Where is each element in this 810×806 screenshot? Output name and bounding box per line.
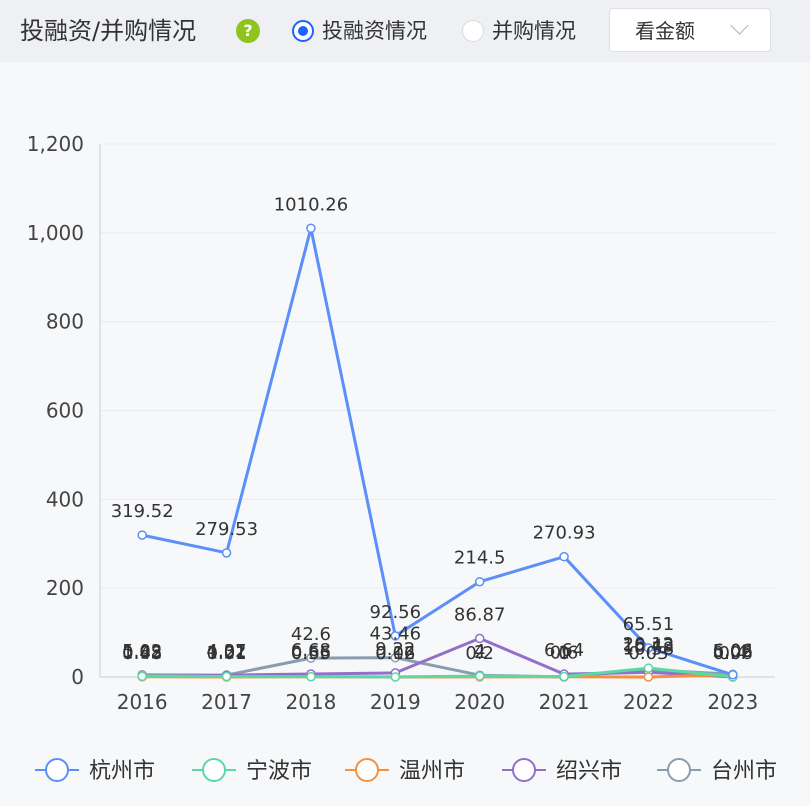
radio-financing-label: 投融资情况 [322,19,427,43]
legend-item-4[interactable]: 绍兴市 [502,758,622,784]
data-label: 0.12 [375,643,415,664]
legend-label: 绍兴市 [556,759,622,784]
data-point[interactable] [390,672,401,682]
data-point[interactable] [559,551,569,562]
y-tick-label: 400 [46,487,84,511]
amount-select[interactable]: 看金额 [609,8,771,52]
data-point[interactable] [643,663,654,673]
data-label: 1010.26 [274,194,348,215]
data-point[interactable] [306,672,316,682]
data-point[interactable] [643,672,654,682]
legend-item-5[interactable]: 台州市 [657,758,777,784]
data-label: 319.52 [111,501,174,522]
y-tick-label: 0 [71,665,84,689]
x-tick-label: 2017 [201,690,252,714]
radio-merger[interactable]: 并购情况 [462,14,592,48]
legend-circle-icon [45,758,69,782]
data-label: 279.53 [195,519,258,540]
legend-label: 温州市 [399,759,465,784]
x-tick-label: 2016 [117,690,168,714]
y-tick-label: 200 [46,576,84,600]
legend-item-3[interactable]: 温州市 [345,758,465,784]
radio-unchecked-icon [462,20,484,42]
x-tick-label: 2023 [707,690,758,714]
y-tick-label: 600 [46,399,84,423]
legend-circle-icon [355,758,379,782]
data-label: 5.06 [713,641,753,662]
legend-label: 宁波市 [246,759,312,784]
line-chart: 0 200 400 600 800 1,000 1,200 2016 2017 2018 2019 2… [27,132,777,784]
x-tick-label: 2019 [370,690,421,714]
data-label: 65.51 [623,614,675,635]
radio-merger-label: 并购情况 [492,19,576,43]
x-tick-label: 2021 [539,690,590,714]
legend-circle-icon [512,758,536,782]
data-point[interactable] [137,671,147,682]
data-label: 214.5 [454,548,506,569]
data-label: 86.87 [454,604,506,625]
x-tick-label: 2018 [285,690,336,714]
data-label: 2 [474,642,485,663]
data-label: 0.55 [291,643,331,664]
x-tick-label: 2022 [623,690,674,714]
legend-label: 杭州市 [89,759,155,784]
data-point[interactable] [221,671,232,682]
header: 投融资/并购情况 ? 投融资情况 并购情况 看金额 [0,0,810,62]
page-title: 投融资/并购情况 [20,17,197,45]
x-tick-label: 2020 [454,690,505,714]
data-point[interactable] [474,671,485,681]
radio-financing[interactable]: 投融资情况 [292,14,442,48]
legend-circle-icon [202,758,226,782]
data-label: 1.62 [122,642,162,663]
chevron-down-icon [730,16,749,35]
legend-label: 台州市 [711,759,777,784]
y-tick-label: 1,000 [27,221,84,245]
series-line-1 [141,226,734,677]
question-mark-icon[interactable]: ? [236,19,260,43]
legend-item-2[interactable]: 宁波市 [192,758,312,784]
data-label: 92.56 [370,602,422,623]
data-label: 270.93 [533,523,596,544]
data-point[interactable] [306,223,316,234]
data-label: 1.21 [207,642,247,663]
data-label: 1 [558,643,569,664]
data-label: 20.12 [623,634,675,655]
data-point[interactable] [137,530,147,540]
data-point[interactable] [728,670,738,680]
y-tick-label: 800 [46,310,84,334]
data-point[interactable] [474,576,485,587]
legend-circle-icon [667,758,691,782]
data-point[interactable] [221,548,232,558]
data-point[interactable] [559,671,569,682]
legend-item-1[interactable]: 杭州市 [35,758,155,784]
radio-checked-icon [292,20,314,42]
select-value: 看金额 [635,19,695,43]
y-tick-label: 1,200 [27,132,84,156]
